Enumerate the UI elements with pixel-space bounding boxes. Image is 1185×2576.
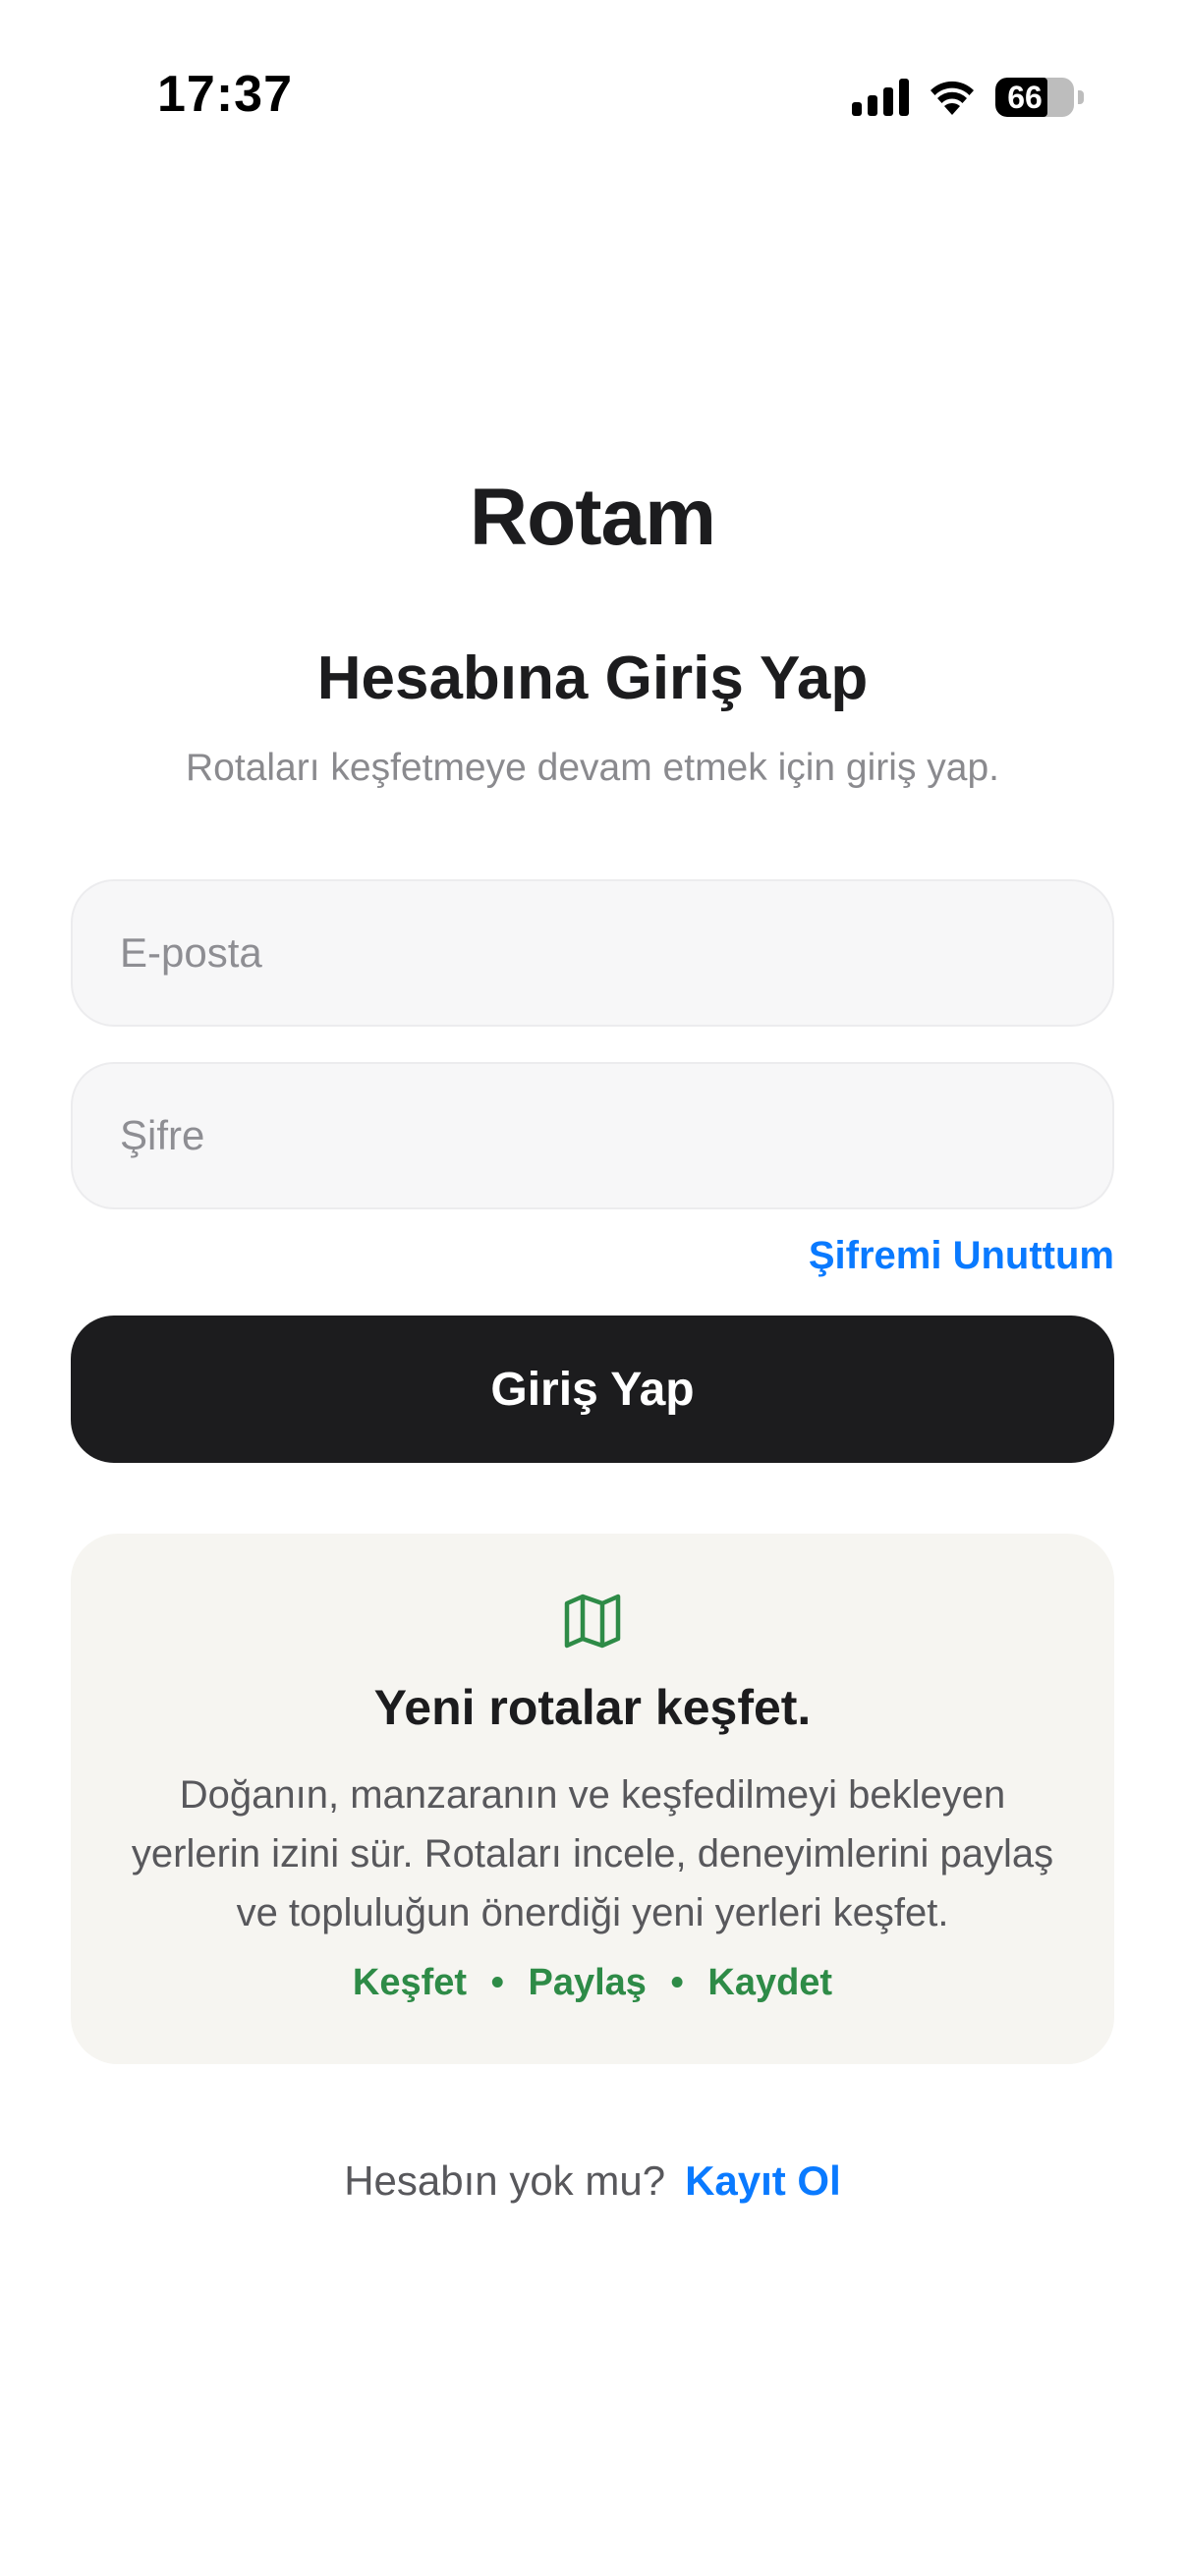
info-card: Yeni rotalar keşfet. Doğanın, manzaranın…	[71, 1534, 1114, 2064]
battery-percent: 66	[1007, 80, 1043, 115]
password-field[interactable]	[71, 1062, 1114, 1209]
signal-icon	[852, 79, 909, 116]
card-tags: Keşfet • Paylaş • Kaydet	[71, 1962, 1114, 2004]
status-bar: 17:37 66	[0, 0, 1185, 187]
map-icon	[564, 1594, 621, 1649]
battery-icon: 66	[995, 78, 1074, 117]
status-time: 17:37	[157, 66, 293, 123]
wifi-icon	[931, 81, 974, 115]
register-link[interactable]: Kayıt Ol	[685, 2157, 841, 2204]
email-field[interactable]	[71, 879, 1114, 1027]
card-body: Doğanın, manzaranın ve keşfedilmeyi bekl…	[71, 1765, 1114, 1942]
tag-share: Paylaş	[528, 1962, 647, 2003]
tag-separator: •	[490, 1962, 504, 2003]
page-subtitle: Rotaları keşfetmeye devam etmek için gir…	[186, 747, 999, 789]
card-title: Yeni rotalar keşfet.	[373, 1680, 812, 1735]
battery-tip	[1078, 90, 1084, 104]
status-icons: 66	[852, 73, 1084, 122]
tag-explore: Keşfet	[352, 1962, 468, 2003]
tag-separator: •	[670, 1962, 684, 2003]
forgot-password-link[interactable]: Şifremi Unuttum	[809, 1234, 1114, 1278]
card-body-line: ve topluluğun önerdiği yeni yerleri keşf…	[236, 1891, 949, 1934]
card-body-line: yerlerin izini sür. Rotaları incele, den…	[131, 1832, 1054, 1876]
app-title: Rotam	[469, 473, 716, 562]
tag-save: Kaydet	[707, 1962, 833, 2003]
footer: Hesabın yok mu? Kayıt Ol	[0, 2157, 1185, 2205]
card-body-line: Doğanın, manzaranın ve keşfedilmeyi bekl…	[179, 1773, 1006, 1817]
page-heading: Hesabına Giriş Yap	[316, 644, 869, 712]
login-button[interactable]: Giriş Yap	[71, 1316, 1114, 1463]
no-account-text: Hesabın yok mu?	[344, 2157, 666, 2204]
